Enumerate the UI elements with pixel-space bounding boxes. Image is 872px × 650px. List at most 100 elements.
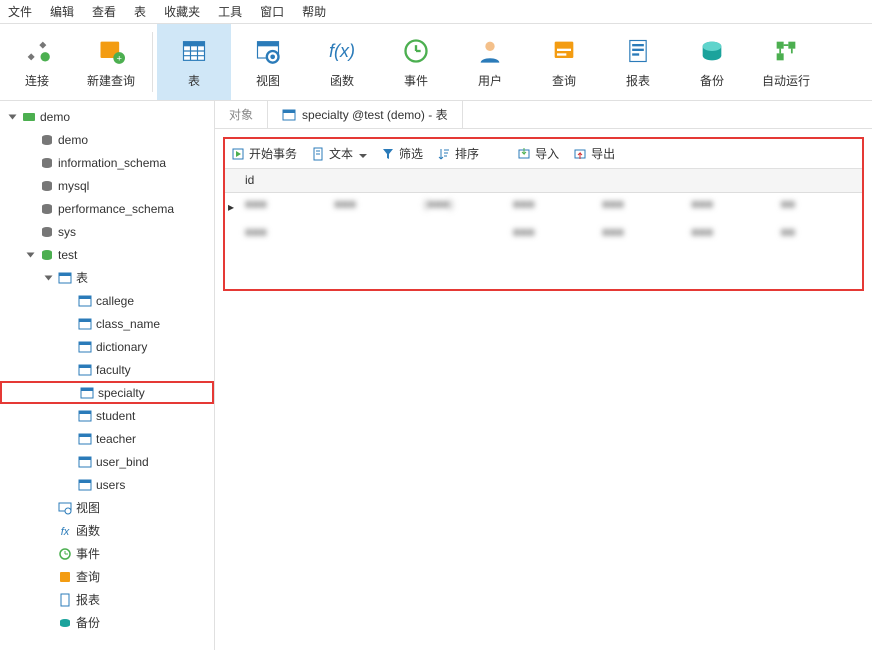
- cell[interactable]: ■■: [773, 221, 862, 249]
- user-button[interactable]: 用户: [453, 24, 527, 100]
- label: 开始事务: [249, 145, 297, 162]
- data-toolbar: 开始事务 文本 筛选 排序 导入 导出: [225, 139, 862, 169]
- tree-label: 函数: [76, 522, 100, 539]
- menu-window[interactable]: 窗口: [260, 3, 284, 20]
- function-label: 函数: [330, 72, 354, 89]
- cell[interactable]: ■■■: [683, 221, 772, 249]
- query-icon: [550, 36, 578, 66]
- tree-label: information_schema: [58, 156, 166, 170]
- tree-views-folder[interactable]: 视图: [0, 496, 214, 519]
- menu-favorites[interactable]: 收藏夹: [164, 3, 200, 20]
- query-button[interactable]: 查询: [527, 24, 601, 100]
- tree-queries-folder[interactable]: 查询: [0, 565, 214, 588]
- menu-view[interactable]: 查看: [92, 3, 116, 20]
- tree-db-sys[interactable]: sys: [0, 220, 214, 243]
- cell[interactable]: [416, 221, 505, 249]
- menu-table[interactable]: 表: [134, 3, 146, 20]
- tree-db-performance-schema[interactable]: performance_schema: [0, 197, 214, 220]
- cell[interactable]: ■■■: [594, 221, 683, 249]
- tree-table-specialty[interactable]: specialty: [0, 381, 214, 404]
- tree-table-faculty[interactable]: faculty: [0, 358, 214, 381]
- tree-table-user-bind[interactable]: user_bind: [0, 450, 214, 473]
- tree-backups-folder[interactable]: 备份: [0, 611, 214, 634]
- svg-text:fx: fx: [61, 526, 70, 538]
- tree-db-information-schema[interactable]: information_schema: [0, 151, 214, 174]
- view-button[interactable]: 视图: [231, 24, 305, 100]
- cell[interactable]: ■■■: [505, 193, 594, 221]
- connect-button[interactable]: 连接: [0, 24, 74, 100]
- autorun-button[interactable]: 自动运行: [749, 24, 823, 100]
- tree-label: demo: [40, 110, 70, 124]
- table-row[interactable]: ■■■ ■■■ ■■■ ■■■ ■■: [225, 221, 862, 249]
- menu-edit[interactable]: 编辑: [50, 3, 74, 20]
- tree-connection-demo[interactable]: demo: [0, 105, 214, 128]
- table-icon: [78, 432, 92, 446]
- view-label: 视图: [256, 72, 280, 89]
- svg-text:+: +: [116, 53, 121, 63]
- report-icon: [624, 36, 652, 66]
- tree-label: users: [96, 478, 125, 492]
- function-icon: fx: [58, 524, 72, 538]
- tab-specialty[interactable]: specialty @test (demo) - 表: [268, 101, 463, 128]
- tree-reports-folder[interactable]: 报表: [0, 588, 214, 611]
- cell[interactable]: ■■■: [505, 221, 594, 249]
- cell[interactable]: ■■■: [237, 193, 326, 221]
- tree-label: 备份: [76, 614, 100, 631]
- event-button[interactable]: 事件: [379, 24, 453, 100]
- tree-db-mysql[interactable]: mysql: [0, 174, 214, 197]
- user-label: 用户: [478, 72, 502, 89]
- col-header[interactable]: [773, 169, 862, 192]
- menu-file[interactable]: 文件: [8, 3, 32, 20]
- tree-table-class-name[interactable]: class_name: [0, 312, 214, 335]
- cell[interactable]: ■■■: [326, 193, 415, 221]
- begin-transaction-button[interactable]: 开始事务: [231, 145, 297, 162]
- tree-table-callege[interactable]: callege: [0, 289, 214, 312]
- tree-label: 事件: [76, 545, 100, 562]
- new-query-button[interactable]: + 新建查询: [74, 24, 148, 100]
- cell[interactable]: ■■■: [683, 193, 772, 221]
- cell[interactable]: ■■■: [237, 221, 326, 249]
- tree-table-dictionary[interactable]: dictionary: [0, 335, 214, 358]
- sort-button[interactable]: 排序: [437, 145, 479, 162]
- col-header[interactable]: [416, 169, 505, 192]
- col-header[interactable]: [326, 169, 415, 192]
- col-header[interactable]: id: [237, 169, 326, 192]
- filter-button[interactable]: 筛选: [381, 145, 423, 162]
- table-icon: [180, 36, 208, 66]
- export-button[interactable]: 导出: [573, 145, 615, 162]
- col-header[interactable]: [683, 169, 772, 192]
- document-icon: [311, 147, 325, 161]
- connection-tree[interactable]: demo demo information_schema mysql perfo…: [0, 101, 215, 650]
- tree-label: 查询: [76, 568, 100, 585]
- tree-db-test[interactable]: test: [0, 243, 214, 266]
- tree-db-demo[interactable]: demo: [0, 128, 214, 151]
- text-mode-button[interactable]: 文本: [311, 145, 367, 162]
- tree-label: 视图: [76, 499, 100, 516]
- table-button[interactable]: 表: [157, 24, 231, 100]
- event-label: 事件: [404, 72, 428, 89]
- cell[interactable]: (■■■): [416, 193, 505, 221]
- col-header[interactable]: [594, 169, 683, 192]
- menu-help[interactable]: 帮助: [302, 3, 326, 20]
- tree-table-teacher[interactable]: teacher: [0, 427, 214, 450]
- tree-table-student[interactable]: student: [0, 404, 214, 427]
- tree-table-users[interactable]: users: [0, 473, 214, 496]
- user-icon: [476, 36, 504, 66]
- table-label: 表: [188, 72, 200, 89]
- tree-functions-folder[interactable]: fx 函数: [0, 519, 214, 542]
- cell[interactable]: ■■■: [594, 193, 683, 221]
- menu-tools[interactable]: 工具: [218, 3, 242, 20]
- new-query-icon: +: [97, 36, 125, 66]
- data-grid[interactable]: id ▸ ■■■ ■■■ (■■■) ■■■ ■■■ ■■■ ■■: [225, 169, 862, 289]
- import-button[interactable]: 导入: [517, 145, 559, 162]
- col-header[interactable]: [505, 169, 594, 192]
- cell[interactable]: [326, 221, 415, 249]
- cell[interactable]: ■■: [773, 193, 862, 221]
- tab-objects[interactable]: 对象: [215, 101, 268, 128]
- backup-button[interactable]: 备份: [675, 24, 749, 100]
- report-button[interactable]: 报表: [601, 24, 675, 100]
- table-row[interactable]: ▸ ■■■ ■■■ (■■■) ■■■ ■■■ ■■■ ■■: [225, 193, 862, 221]
- tree-tables-folder[interactable]: 表: [0, 266, 214, 289]
- tree-events-folder[interactable]: 事件: [0, 542, 214, 565]
- function-button[interactable]: f(x) 函数: [305, 24, 379, 100]
